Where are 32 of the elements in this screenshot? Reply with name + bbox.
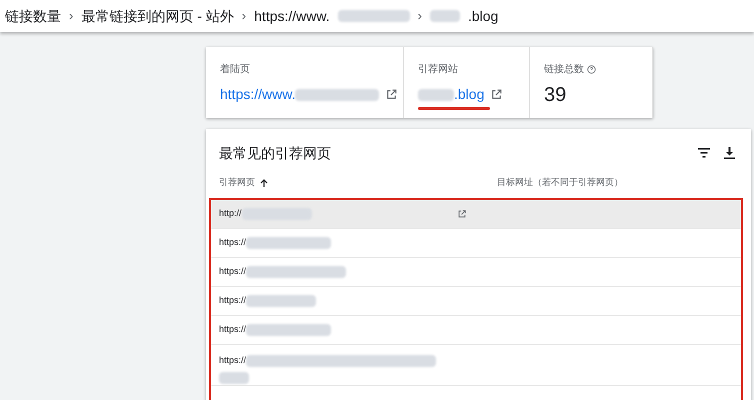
breadcrumb-item[interactable]: 链接数量 — [5, 6, 61, 26]
external-link-icon[interactable] — [385, 88, 398, 101]
referring-url[interactable]: https:// — [219, 236, 246, 250]
summary-link[interactable]: https://www. — [220, 84, 296, 105]
referring-url[interactable]: https:// — [219, 323, 246, 337]
column-header[interactable]: 目标网址（若不同于引荐网页） — [497, 176, 623, 190]
help-icon[interactable] — [587, 65, 596, 74]
sort-up-arrow-icon[interactable] — [260, 178, 268, 186]
breadcrumb-separator: › — [69, 7, 74, 26]
summary-label: 引荐网站 — [418, 62, 458, 77]
external-link-icon[interactable] — [457, 209, 467, 219]
breadcrumb-item[interactable]: .blog — [468, 6, 498, 26]
link-count: 39 — [544, 83, 568, 108]
filter-icon[interactable] — [698, 148, 710, 158]
referring-url[interactable]: https:// — [219, 265, 246, 279]
redaction-block — [219, 372, 249, 384]
external-link-icon[interactable] — [490, 88, 504, 101]
redaction-block — [246, 295, 316, 307]
referring-url[interactable]: https:// — [219, 294, 246, 308]
breadcrumb-separator: › — [418, 7, 422, 26]
summary-link[interactable]: .blog — [454, 84, 484, 105]
download-icon[interactable] — [724, 147, 735, 159]
referring-url[interactable]: https:// — [219, 354, 246, 368]
table-row[interactable]: http:// — [211, 200, 741, 229]
table-title: 最常见的引荐网页 — [219, 144, 331, 162]
referring-url[interactable]: http:// — [219, 207, 242, 221]
summary-label: 着陆页 — [220, 62, 250, 77]
column-header[interactable]: 引荐网页 — [219, 176, 255, 190]
breadcrumb-item[interactable]: 最常链接到的网页 - 站外 — [81, 6, 234, 26]
breadcrumb-separator: › — [242, 7, 246, 26]
breadcrumb-item[interactable]: https://www. — [254, 6, 330, 26]
summary-label: 链接总数 — [544, 62, 584, 77]
